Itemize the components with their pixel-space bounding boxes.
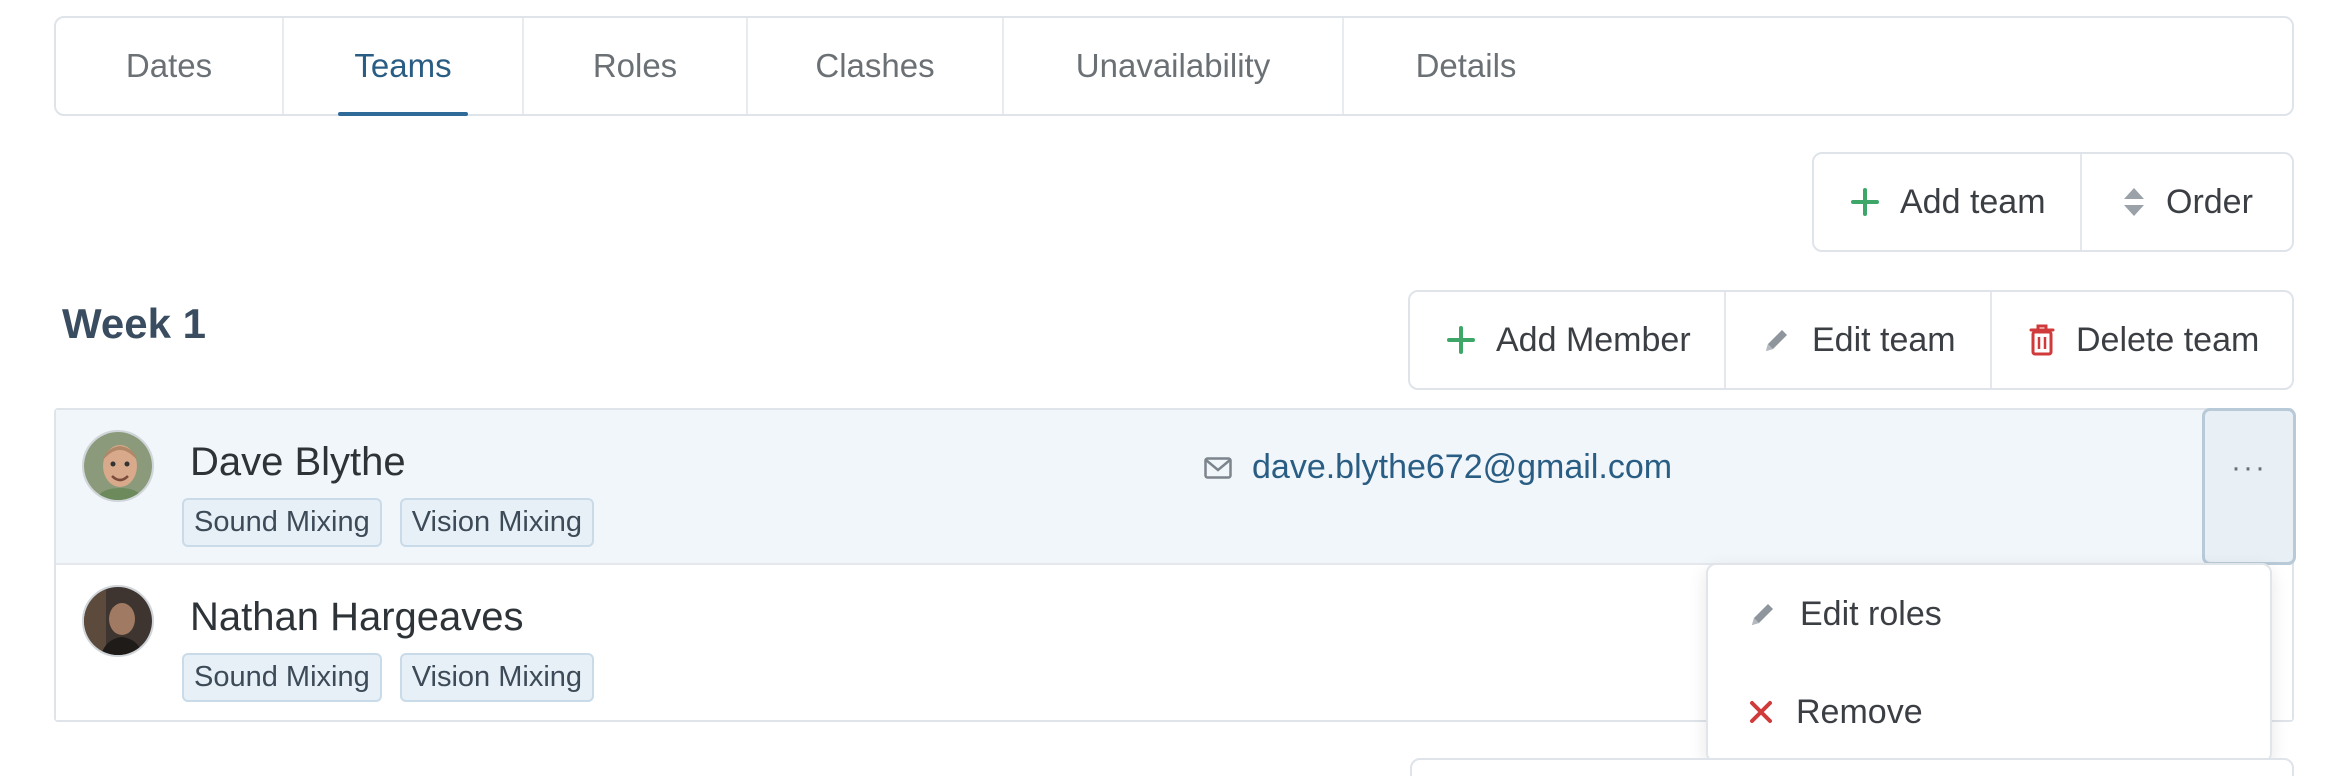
team-toolbar: Add team Order <box>1812 152 2294 252</box>
add-member-label: Add Member <box>1496 320 1691 359</box>
remove-menu-item[interactable]: Remove <box>1708 663 2270 761</box>
more-actions-button[interactable]: ··· <box>2202 408 2296 565</box>
add-member-button[interactable]: Add Member <box>1410 292 1726 388</box>
tab-unavailability[interactable]: Unavailability <box>1004 18 1344 114</box>
team-title: Week 1 <box>62 300 206 347</box>
avatar <box>82 585 154 657</box>
tab-roles[interactable]: Roles <box>524 18 748 114</box>
edit-team-label: Edit team <box>1812 320 1956 359</box>
tab-bar: Dates Teams Roles Clashes Unavailability… <box>54 16 2294 116</box>
tab-details[interactable]: Details <box>1344 18 1588 114</box>
tab-label: Teams <box>354 47 452 84</box>
plus-icon <box>1850 187 1880 217</box>
sort-icon <box>2122 186 2146 218</box>
delete-team-button[interactable]: Delete team <box>1992 292 2292 388</box>
remove-label: Remove <box>1796 692 1923 731</box>
next-team-actions <box>1410 758 2294 776</box>
tab-teams[interactable]: Teams <box>284 18 524 116</box>
edit-roles-label: Edit roles <box>1800 594 1942 633</box>
role-tag: Vision Mixing <box>399 498 595 547</box>
avatar <box>82 430 154 502</box>
trash-icon <box>2028 323 2056 357</box>
order-label: Order <box>2166 182 2253 221</box>
tab-label: Unavailability <box>1075 47 1271 84</box>
delete-team-label: Delete team <box>2076 320 2260 359</box>
role-tags: Sound Mixing Vision Mixing <box>182 653 595 702</box>
add-team-button[interactable]: Add team <box>1814 154 2082 250</box>
list-item[interactable]: Dave Blythe Sound Mixing Vision Mixing d… <box>56 410 2292 565</box>
role-tag: Vision Mixing <box>399 653 595 702</box>
edit-team-button[interactable]: Edit team <box>1726 292 1992 388</box>
role-tags: Sound Mixing Vision Mixing <box>182 498 595 547</box>
member-name: Nathan Hargeaves <box>190 595 524 639</box>
member-actions-menu: Edit roles Remove <box>1706 563 2272 763</box>
role-tag: Sound Mixing <box>182 498 382 547</box>
team-actions: Add Member Edit team Delete team <box>1408 290 2294 390</box>
tab-clashes[interactable]: Clashes <box>748 18 1004 114</box>
member-name: Dave Blythe <box>190 440 406 484</box>
email-text: dave.blythe672@gmail.com <box>1252 448 1673 486</box>
tab-label: Clashes <box>815 47 935 84</box>
tab-dates[interactable]: Dates <box>56 18 284 114</box>
role-tag: Sound Mixing <box>182 653 382 702</box>
tab-label: Roles <box>592 47 678 84</box>
close-icon <box>1748 699 1774 725</box>
tab-label: Dates <box>125 47 213 84</box>
envelope-icon <box>1204 456 1232 479</box>
edit-roles-menu-item[interactable]: Edit roles <box>1708 565 2270 663</box>
pencil-icon <box>1748 599 1778 629</box>
member-email[interactable]: dave.blythe672@gmail.com <box>1204 448 1672 487</box>
order-button[interactable]: Order <box>2082 154 2292 250</box>
add-team-label: Add team <box>1900 182 2046 221</box>
pencil-icon <box>1762 325 1792 355</box>
plus-icon <box>1446 325 1476 355</box>
tab-label: Details <box>1415 47 1517 84</box>
